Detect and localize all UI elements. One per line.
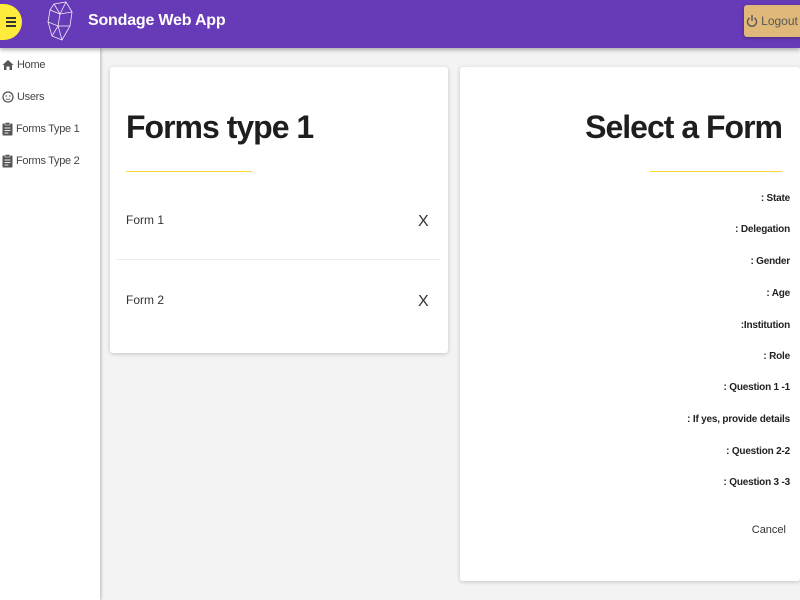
sidebar-item-home[interactable]: Home (0, 54, 100, 76)
form-list-item[interactable]: Form 1 X (116, 213, 440, 293)
field-label-question-2: : Question 2-2 (726, 446, 790, 457)
field-label-question-3: : Question 3 -3 (723, 477, 791, 488)
menu-button[interactable] (0, 4, 22, 40)
app-logo (47, 1, 73, 41)
field-label-institution: :Institution (740, 320, 790, 331)
forms-list-card: Forms type 1 Form 1 X Form 2 X (110, 67, 448, 353)
sidebar-item-label: Forms Type 2 (16, 155, 80, 167)
power-icon (747, 15, 758, 27)
title-underline (650, 171, 782, 172)
top-app-bar: Sondage Web App Logout (0, 0, 800, 48)
sidebar-item-label: Users (17, 91, 45, 103)
logout-label: Logout (761, 14, 798, 28)
sidebar-item-forms-type-1[interactable]: Forms Type 1 (0, 118, 100, 140)
sidebar-item-label: Home (17, 59, 46, 71)
field-label-details: : If yes, provide details (687, 414, 790, 425)
sidebar-item-label: Forms Type 1 (16, 123, 80, 135)
sidebar-item-forms-type-2[interactable]: Forms Type 2 (0, 150, 100, 172)
sidebar: Home Users Forms Type 1 Forms Type 2 (0, 48, 100, 600)
clipboard-icon (2, 122, 13, 136)
field-label-state: : State (760, 193, 790, 204)
field-label-question-1: : Question 1 -1 (723, 382, 791, 393)
form-name: Form 2 (126, 293, 165, 307)
logout-button[interactable]: Logout (744, 5, 800, 37)
hamburger-icon (6, 17, 16, 27)
cancel-button[interactable]: Cancel (752, 524, 786, 536)
field-label-gender: : Gender (750, 256, 790, 267)
title-underline (126, 171, 252, 172)
form-list-item[interactable]: Form 2 X (116, 293, 440, 373)
app-title: Sondage Web App (88, 12, 226, 29)
form-detail-title: Select a Form (585, 109, 783, 145)
home-icon (2, 60, 14, 70)
form-detail-card: Select a Form : State : Delegation : Gen… (460, 67, 800, 581)
user-face-icon (2, 91, 14, 103)
form-name: Form 1 (126, 213, 165, 227)
clipboard-icon (2, 154, 13, 168)
delete-form-button[interactable]: X (418, 293, 429, 311)
field-label-delegation: : Delegation (735, 224, 790, 235)
field-label-age: : Age (766, 288, 790, 299)
field-label-role: : Role (763, 351, 790, 362)
sidebar-item-users[interactable]: Users (0, 86, 100, 108)
forms-list-title: Forms type 1 (126, 109, 314, 145)
delete-form-button[interactable]: X (418, 213, 429, 231)
list-divider (116, 259, 440, 260)
